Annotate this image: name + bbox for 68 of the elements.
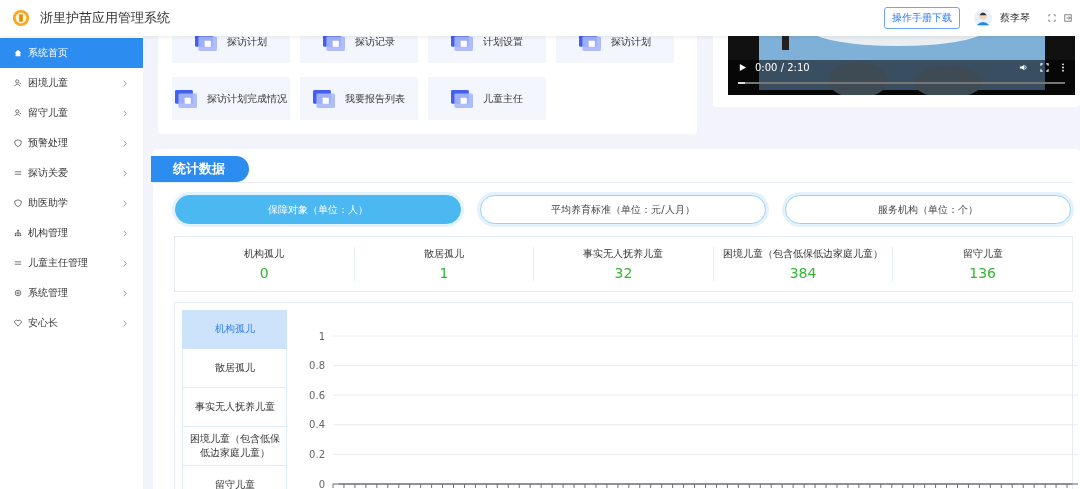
play-icon[interactable] <box>738 63 747 72</box>
heart-icon <box>14 319 22 327</box>
chevron-icon <box>123 259 127 267</box>
category-item[interactable]: 散居孤儿 <box>182 349 287 388</box>
sidebar-item[interactable]: 困境儿童 <box>0 68 143 98</box>
app-title: 浙里护苗应用管理系统 <box>40 9 170 27</box>
count-label: 散居孤儿 <box>423 247 464 261</box>
category-item[interactable]: 事实无人抚养儿童 <box>182 388 287 427</box>
shortcut-tile[interactable]: 我要报告列表 <box>300 77 418 120</box>
chevron-icon <box>123 139 127 147</box>
org-icon <box>14 229 22 237</box>
shortcut-tile[interactable]: 计划设置 <box>428 36 546 63</box>
gear-icon <box>14 289 22 297</box>
count-value: 0 <box>259 265 269 281</box>
lines-icon <box>14 259 22 267</box>
lines-icon <box>14 169 22 177</box>
y-tick-label: 0.8 <box>309 360 325 372</box>
logo-icon <box>12 9 30 27</box>
shortcut-tile[interactable]: 儿童主任 <box>428 77 546 120</box>
chevron-icon <box>123 229 127 237</box>
chevron-icon <box>123 79 127 87</box>
video-time: 0:00 / 2:10 <box>755 62 810 73</box>
shield-icon <box>14 139 22 147</box>
shortcut-tile[interactable]: 探访记录 <box>300 36 418 63</box>
shortcut-tile[interactable]: 探访计划完成情况 <box>172 77 290 120</box>
count-label: 事实无人抚养儿童 <box>583 247 664 261</box>
sidebar-item[interactable]: 机构管理 <box>0 218 143 248</box>
shortcut-tile[interactable]: 探访计划 <box>556 36 674 63</box>
chevron-icon <box>123 169 127 177</box>
user-name: 蔡李琴 <box>1000 11 1030 25</box>
chevron-icon <box>123 109 127 117</box>
chevron-icon <box>123 319 127 327</box>
category-item[interactable]: 困境儿童（包含低保低边家庭儿童） <box>182 427 287 466</box>
manual-download-button[interactable]: 操作手册下载 <box>884 7 960 29</box>
y-tick-label: 0.2 <box>309 448 325 460</box>
y-tick-label: 0.6 <box>309 389 325 401</box>
chevron-icon <box>123 199 127 207</box>
count-value: 136 <box>969 265 997 281</box>
sidebar-item[interactable]: 探访关爱 <box>0 158 143 188</box>
count-label: 留守儿童 <box>962 247 1003 261</box>
person-icon <box>14 79 22 87</box>
sidebar-item[interactable]: 助医助学 <box>0 188 143 218</box>
count-value: 384 <box>789 265 817 281</box>
home-icon <box>14 49 22 57</box>
logout-icon[interactable] <box>1064 14 1072 22</box>
chevron-icon <box>123 289 127 297</box>
volume-icon[interactable] <box>1019 63 1028 72</box>
sidebar-item[interactable]: 预警处理 <box>0 128 143 158</box>
count-value: 1 <box>439 265 449 281</box>
section-title: 统计数据 <box>151 156 249 182</box>
count-label: 机构孤儿 <box>244 247 285 261</box>
category-item[interactable]: 留守儿童 <box>182 466 287 489</box>
sidebar-item[interactable]: 安心长 <box>0 308 143 338</box>
y-tick-label: 1 <box>318 330 325 342</box>
sidebar-item[interactable]: 儿童主任管理 <box>0 248 143 278</box>
sidebar-item[interactable]: 留守儿童 <box>0 98 143 128</box>
shortcut-tile[interactable]: 探访计划 <box>172 36 290 63</box>
stat-tab[interactable]: 服务机构（单位：个） <box>785 195 1071 224</box>
y-tick-label: 0.4 <box>309 419 325 431</box>
shield-icon <box>14 199 22 207</box>
person-icon <box>14 109 22 117</box>
sidebar-item[interactable]: 系统管理 <box>0 278 143 308</box>
more-icon[interactable] <box>1061 63 1065 72</box>
count-label: 困境儿童（包含低保低边家庭儿童） <box>723 247 884 261</box>
count-value: 32 <box>614 265 633 281</box>
y-tick-label: 0 <box>318 478 325 489</box>
avatar-icon[interactable] <box>974 9 992 27</box>
stat-tab[interactable]: 平均养育标准（单位：元/人月） <box>480 195 766 224</box>
